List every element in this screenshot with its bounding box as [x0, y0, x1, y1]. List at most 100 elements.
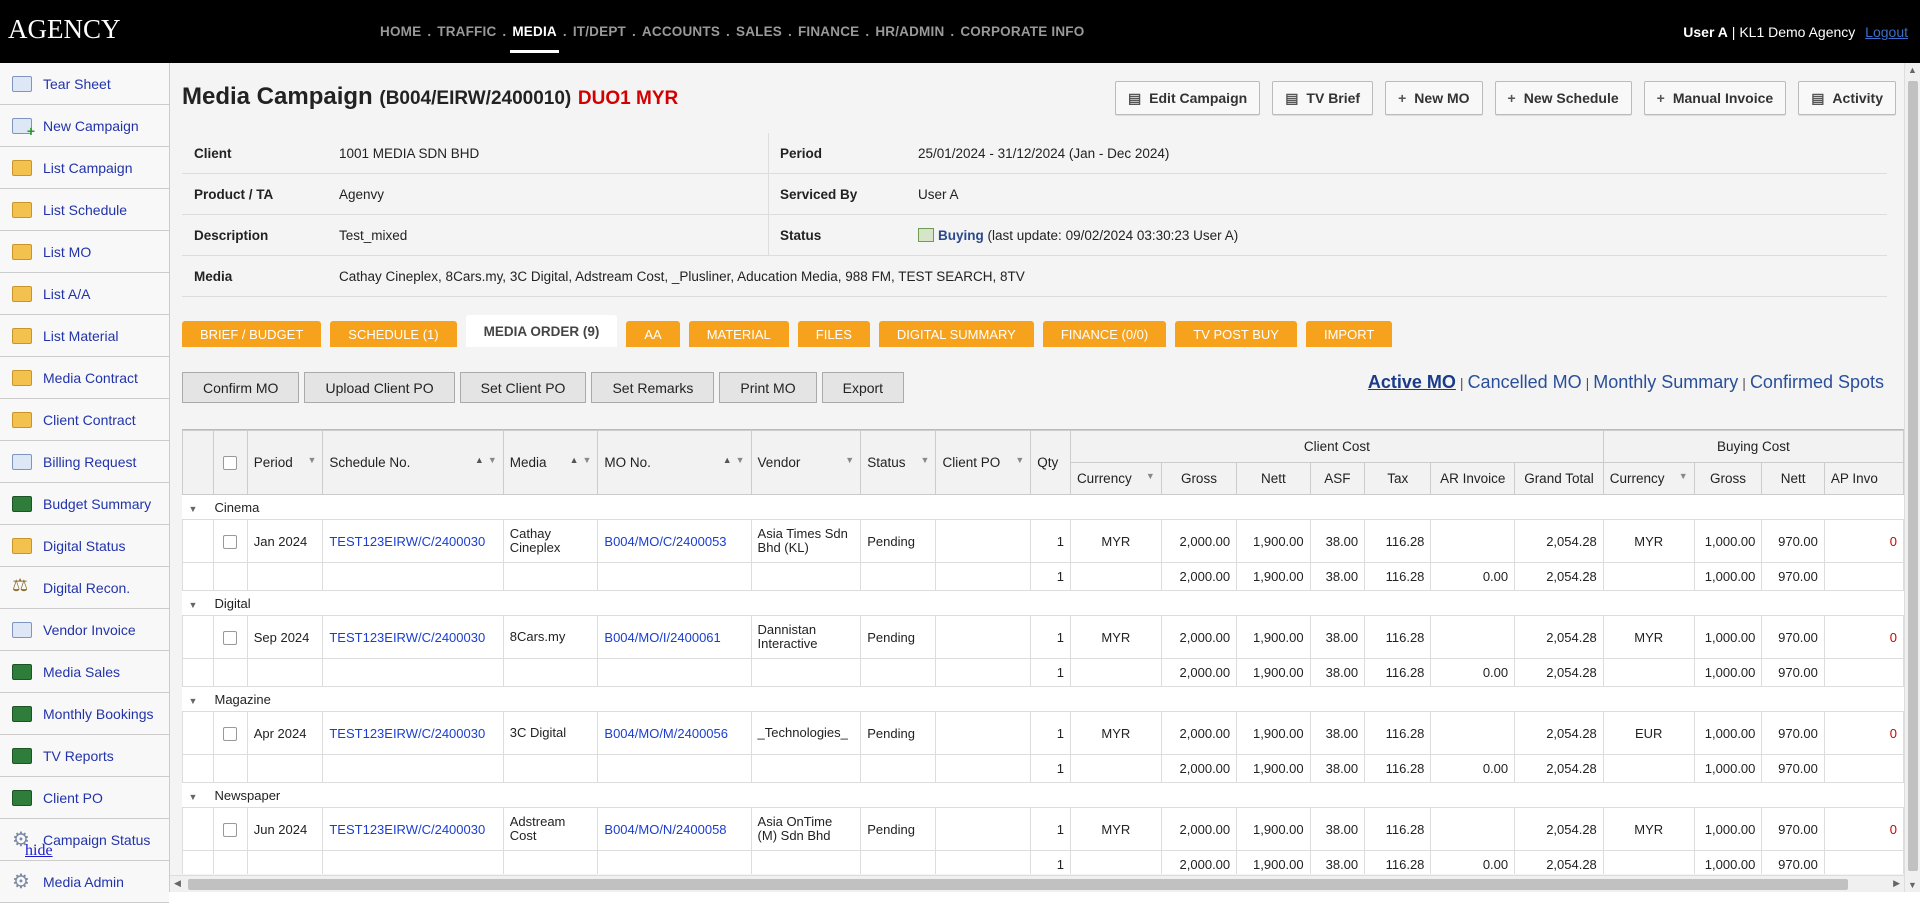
filter-icon[interactable]: ▼: [488, 455, 497, 465]
group-row-magazine[interactable]: ▼ Magazine: [182, 686, 1904, 712]
filter-icon[interactable]: ▼: [921, 455, 930, 465]
filter-icon[interactable]: ▼: [307, 455, 316, 465]
row-checkbox[interactable]: [223, 630, 238, 645]
filter-icon[interactable]: ▼: [845, 455, 854, 465]
scrollbar-thumb[interactable]: [1908, 81, 1918, 871]
sidebar-item-billing-request[interactable]: Billing Request: [0, 441, 169, 483]
sidebar-item-digital-status[interactable]: Digital Status: [0, 525, 169, 567]
horizontal-scrollbar[interactable]: ◀ ▶: [170, 875, 1904, 892]
sidebar-item-client-po[interactable]: Client PO: [0, 777, 169, 819]
collapse-arrow-icon[interactable]: ▼: [189, 792, 199, 802]
nav-traffic[interactable]: TRAFFIC: [431, 24, 502, 39]
sidebar-item-media-contract[interactable]: Media Contract: [0, 357, 169, 399]
tv-brief-button[interactable]: ▤ TV Brief: [1272, 81, 1374, 115]
nav-hr-admin[interactable]: HR/ADMIN: [869, 24, 950, 39]
nav-sales[interactable]: SALES: [730, 24, 788, 39]
set-remarks-button[interactable]: Set Remarks: [591, 372, 715, 403]
tab-files[interactable]: FILES: [797, 321, 870, 347]
schedule-link[interactable]: TEST123EIRW/C/2400030: [322, 711, 504, 755]
schedule-link[interactable]: TEST123EIRW/C/2400030: [322, 519, 504, 563]
cancelled-mo-link[interactable]: Cancelled MO: [1468, 372, 1582, 392]
sort-asc-icon[interactable]: ▲: [475, 455, 484, 465]
sidebar-item-client-contract[interactable]: Client Contract: [0, 399, 169, 441]
group-row-digital[interactable]: ▼ Digital: [182, 590, 1904, 616]
buying-currency-header[interactable]: Currency ▼: [1602, 462, 1695, 495]
collapse-arrow-icon[interactable]: ▼: [189, 504, 199, 514]
mo-link[interactable]: B004/MO/C/2400053: [597, 519, 752, 563]
monthly-summary-link[interactable]: Monthly Summary: [1593, 372, 1738, 392]
row-checkbox[interactable]: [223, 726, 238, 741]
currency-header[interactable]: Currency ▼: [1069, 462, 1162, 495]
select-all-checkbox[interactable]: [223, 456, 238, 471]
status-buying[interactable]: Buying: [938, 228, 984, 243]
hide-sidebar-link[interactable]: hide: [25, 842, 53, 860]
tab-material[interactable]: MATERIAL: [688, 321, 789, 347]
new-mo-button[interactable]: + New MO: [1385, 81, 1483, 115]
agency-logo[interactable]: AGENCY: [8, 14, 121, 45]
scroll-right-icon[interactable]: ▶: [1893, 878, 1900, 889]
filter-icon[interactable]: ▼: [1015, 455, 1024, 465]
tab-schedule[interactable]: SCHEDULE (1): [330, 321, 457, 347]
vertical-scrollbar[interactable]: ▲ ▼: [1904, 63, 1920, 892]
schedule-link[interactable]: TEST123EIRW/C/2400030: [322, 615, 504, 659]
tab-finance[interactable]: FINANCE (0/0): [1042, 321, 1167, 347]
manual-invoice-button[interactable]: + Manual Invoice: [1643, 81, 1787, 115]
row-checkbox[interactable]: [223, 534, 238, 549]
sidebar-item-list-mo[interactable]: List MO: [0, 231, 169, 273]
nav-media[interactable]: MEDIA: [506, 24, 563, 53]
sidebar-item-list-schedule[interactable]: List Schedule: [0, 189, 169, 231]
tab-brief-budget[interactable]: BRIEF / BUDGET: [182, 321, 322, 347]
scroll-down-icon[interactable]: ▼: [1908, 880, 1917, 890]
sidebar-item-new-campaign[interactable]: New Campaign: [0, 105, 169, 147]
nav-finance[interactable]: FINANCE: [792, 24, 865, 39]
sidebar-item-tear-sheet[interactable]: Tear Sheet: [0, 63, 169, 105]
group-row-newspaper[interactable]: ▼ Newspaper: [182, 782, 1904, 808]
sidebar-item-digital-recon[interactable]: Digital Recon.: [0, 567, 169, 609]
tab-aa[interactable]: AA: [626, 321, 680, 347]
media-header[interactable]: Media ▼ ▲: [502, 430, 599, 495]
sidebar-item-media-admin[interactable]: Media Admin: [0, 861, 169, 903]
nav-home[interactable]: HOME: [374, 24, 427, 39]
filter-icon[interactable]: ▼: [1146, 471, 1155, 481]
export-button[interactable]: Export: [821, 372, 905, 403]
sidebar-item-budget-summary[interactable]: Budget Summary: [0, 483, 169, 525]
row-checkbox[interactable]: [223, 822, 238, 837]
scroll-left-icon[interactable]: ◀: [174, 878, 181, 889]
print-mo-button[interactable]: Print MO: [719, 372, 817, 403]
sidebar-item-tv-reports[interactable]: TV Reports: [0, 735, 169, 777]
nav-accounts[interactable]: ACCOUNTS: [636, 24, 726, 39]
sidebar-item-monthly-bookings[interactable]: Monthly Bookings: [0, 693, 169, 735]
new-schedule-button[interactable]: + New Schedule: [1494, 81, 1632, 115]
scrollbar-thumb[interactable]: [188, 879, 1848, 890]
confirm-mo-button[interactable]: Confirm MO: [182, 372, 300, 403]
sort-asc-icon[interactable]: ▲: [723, 455, 732, 465]
filter-icon[interactable]: ▼: [1679, 471, 1688, 481]
schedule-header[interactable]: Schedule No. ▼ ▲: [322, 430, 504, 495]
tab-media-order[interactable]: MEDIA ORDER (9): [465, 315, 618, 347]
tab-tv-post-buy[interactable]: TV POST BUY: [1175, 321, 1297, 347]
edit-campaign-button[interactable]: ▤ Edit Campaign: [1114, 81, 1261, 115]
group-row-cinema[interactable]: ▼ Cinema: [182, 494, 1904, 520]
period-header[interactable]: Period ▼: [246, 430, 324, 495]
activity-button[interactable]: ▤ Activity: [1798, 81, 1896, 115]
nav-it-dept[interactable]: IT/DEPT: [567, 24, 632, 39]
tab-digital-summary[interactable]: DIGITAL SUMMARY: [878, 321, 1034, 347]
logout-link[interactable]: Logout: [1865, 24, 1908, 40]
sidebar-item-vendor-invoice[interactable]: Vendor Invoice: [0, 609, 169, 651]
active-mo-link[interactable]: Active MO: [1368, 372, 1456, 392]
status-header[interactable]: Status ▼: [860, 430, 937, 495]
filter-icon[interactable]: ▼: [582, 455, 591, 465]
filter-icon[interactable]: ▼: [736, 455, 745, 465]
tab-import[interactable]: IMPORT: [1305, 321, 1393, 347]
sidebar-item-list-material[interactable]: List Material: [0, 315, 169, 357]
mo-link[interactable]: B004/MO/M/2400056: [597, 711, 752, 755]
vendor-header[interactable]: Vendor ▼: [750, 430, 862, 495]
upload-client-po-button[interactable]: Upload Client PO: [304, 372, 455, 403]
sidebar-item-list-campaign[interactable]: List Campaign: [0, 147, 169, 189]
set-client-po-button[interactable]: Set Client PO: [459, 372, 587, 403]
sidebar-item-media-sales[interactable]: Media Sales: [0, 651, 169, 693]
mo-link[interactable]: B004/MO/N/2400058: [597, 807, 752, 851]
collapse-arrow-icon[interactable]: ▼: [189, 600, 199, 610]
mo-header[interactable]: MO No. ▼ ▲: [597, 430, 752, 495]
scroll-up-icon[interactable]: ▲: [1908, 65, 1917, 75]
